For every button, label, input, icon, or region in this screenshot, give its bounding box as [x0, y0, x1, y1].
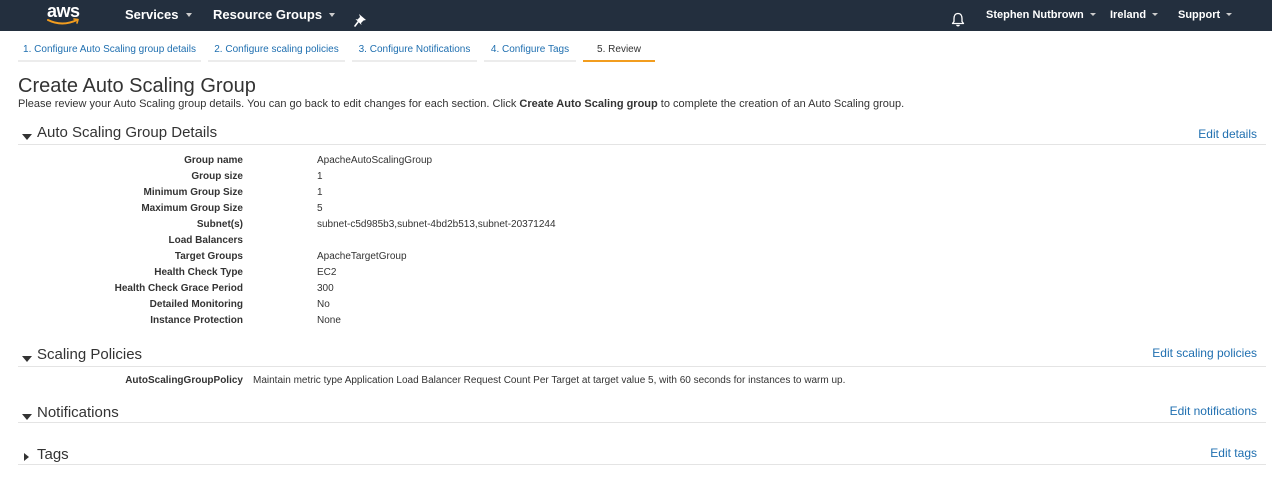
detail-label-grace-period: Health Check Grace Period: [114, 283, 243, 294]
section-scaling-header[interactable]: Scaling Policies Edit scaling policies: [18, 346, 1266, 367]
detail-label-subnets: Subnet(s): [196, 219, 243, 230]
user-menu[interactable]: Stephen Nutbrown: [986, 0, 1096, 31]
region-label: Ireland: [1110, 9, 1147, 21]
resource-groups-menu[interactable]: Resource Groups: [213, 0, 336, 31]
wizard-step-3[interactable]: 3. Configure Notifications: [352, 41, 477, 62]
wizard-step-4[interactable]: 4. Configure Tags: [484, 41, 576, 62]
wizard-step-1[interactable]: 1. Configure Auto Scaling group details: [18, 41, 201, 62]
section-notifications-title: Notifications: [37, 404, 119, 421]
section-scaling-title: Scaling Policies: [37, 346, 143, 363]
detail-value-group-name: ApacheAutoScalingGroup: [317, 155, 433, 166]
page-title: Create Auto Scaling Group: [18, 75, 256, 97]
section-notifications-header[interactable]: Notifications Edit notifications: [18, 404, 1266, 423]
detail-value-detailed-monitoring: No: [317, 299, 330, 310]
intro-text: Please review your Auto Scaling group de…: [18, 98, 520, 110]
section-details-header[interactable]: Auto Scaling Group Details Edit details: [18, 124, 1266, 145]
edit-details-link[interactable]: Edit details: [1198, 127, 1257, 141]
page-intro: Please review your Auto Scaling group de…: [18, 98, 904, 110]
detail-label-group-name: Group name: [184, 155, 243, 166]
collapse-icon[interactable]: [22, 414, 32, 420]
detail-value-instance-protection: None: [317, 315, 341, 326]
intro-text-end: to complete the creation of an Auto Scal…: [657, 98, 905, 110]
expand-icon[interactable]: [24, 453, 29, 461]
chevron-down-icon: [329, 12, 336, 17]
pin-icon[interactable]: [354, 8, 367, 27]
edit-scaling-policies-link[interactable]: Edit scaling policies: [1152, 346, 1257, 360]
region-menu[interactable]: Ireland: [1110, 0, 1159, 31]
detail-label-max-size: Maximum Group Size: [141, 203, 243, 214]
section-tags-title: Tags: [37, 446, 69, 463]
support-label: Support: [1178, 9, 1221, 21]
section-tags-header[interactable]: Tags Edit tags: [18, 446, 1266, 465]
resource-groups-label: Resource Groups: [213, 7, 323, 22]
support-menu[interactable]: Support: [1178, 0, 1233, 31]
detail-label-group-size: Group size: [191, 171, 243, 182]
detail-label-min-size: Minimum Group Size: [143, 187, 243, 198]
detail-value-group-size: 1: [317, 171, 323, 182]
collapse-icon[interactable]: [22, 134, 32, 140]
detail-label-target-groups: Target Groups: [174, 251, 243, 262]
detail-label-detailed-monitoring: Detailed Monitoring: [149, 299, 243, 310]
chevron-down-icon: [1089, 12, 1096, 16]
aws-logo[interactable]: aws: [47, 2, 83, 28]
wizard-step-2[interactable]: 2. Configure scaling policies: [208, 41, 345, 62]
section-details-title: Auto Scaling Group Details: [37, 124, 218, 141]
detail-value-health-check-type: EC2: [317, 267, 337, 278]
top-nav-bar: aws Services Resource Groups Stephen Nut…: [0, 0, 1272, 31]
chevron-down-icon: [1152, 12, 1159, 16]
policy-label: AutoScalingGroupPolicy: [125, 375, 243, 386]
user-label: Stephen Nutbrown: [986, 9, 1084, 21]
chevron-down-icon: [185, 12, 192, 17]
edit-tags-link[interactable]: Edit tags: [1210, 446, 1257, 460]
detail-value-target-groups: ApacheTargetGroup: [317, 251, 407, 262]
detail-value-max-size: 5: [317, 203, 323, 214]
edit-notifications-link[interactable]: Edit notifications: [1170, 404, 1257, 418]
aws-smile-icon: [47, 18, 79, 25]
services-menu[interactable]: Services: [125, 0, 192, 31]
bell-icon[interactable]: [951, 8, 965, 27]
chevron-down-icon: [1226, 12, 1233, 16]
wizard-step-5[interactable]: 5. Review: [583, 41, 655, 62]
intro-bold-text: Create Auto Scaling group: [519, 98, 658, 110]
detail-label-load-balancers: Load Balancers: [168, 235, 243, 246]
detail-value-min-size: 1: [317, 187, 323, 198]
detail-value-grace-period: 300: [317, 283, 334, 294]
collapse-icon[interactable]: [22, 356, 32, 362]
policy-value: Maintain metric type Application Load Ba…: [253, 375, 846, 386]
services-label: Services: [125, 7, 179, 22]
detail-label-instance-protection: Instance Protection: [150, 315, 243, 326]
detail-label-health-check-type: Health Check Type: [154, 267, 243, 278]
detail-value-subnets: subnet-c5d985b3,subnet-4bd2b513,subnet-2…: [317, 219, 556, 230]
